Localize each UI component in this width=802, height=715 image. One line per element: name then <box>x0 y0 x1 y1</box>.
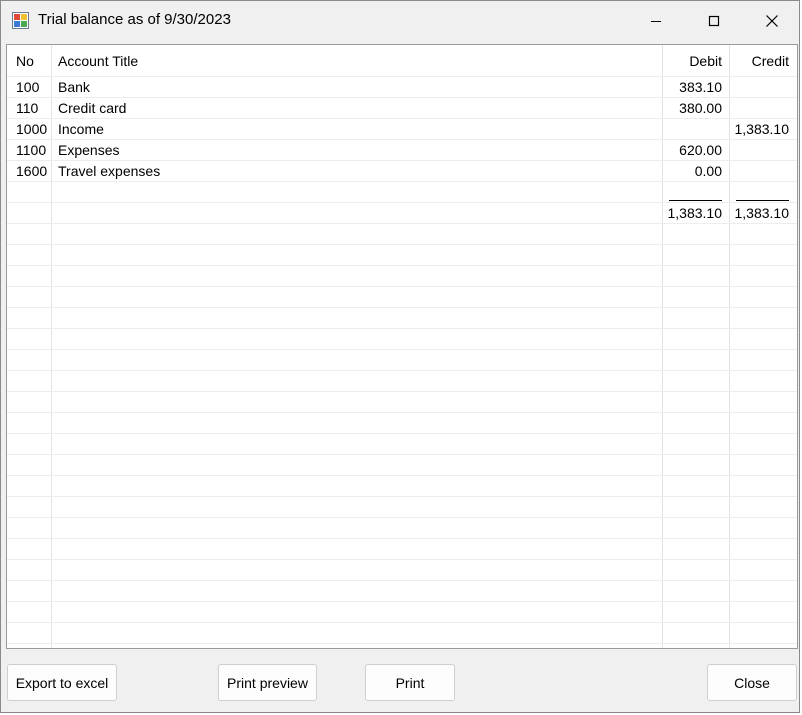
window-title: Trial balance as of 9/30/2023 <box>38 11 231 28</box>
cell-account-title[interactable]: Travel expenses <box>58 161 160 182</box>
cell-debit[interactable]: 620.00 <box>663 140 722 161</box>
cell-account-title[interactable]: Expenses <box>58 140 119 161</box>
cell-debit[interactable]: 383.10 <box>663 77 722 98</box>
cell-account-no[interactable]: 1600 <box>16 161 47 182</box>
export-to-excel-button[interactable]: Export to excel <box>7 664 117 701</box>
cell-account-no[interactable]: 100 <box>16 77 39 98</box>
column-header-no[interactable]: No <box>16 51 34 72</box>
maximize-button[interactable] <box>685 1 743 41</box>
close-button[interactable]: Close <box>707 664 797 701</box>
total-credit: 1,383.10 <box>734 205 790 221</box>
minimize-button[interactable] <box>627 1 685 41</box>
total-underline <box>736 200 789 201</box>
trial-balance-window: Trial balance as of 9/30/2023 No Account… <box>0 0 800 713</box>
column-divider <box>662 45 663 648</box>
total-underline <box>669 200 722 201</box>
cell-account-title[interactable]: Income <box>58 119 104 140</box>
cell-debit[interactable]: 0.00 <box>663 161 722 182</box>
cell-debit[interactable]: 380.00 <box>663 98 722 119</box>
spreadsheet-app-icon <box>12 12 29 29</box>
cell-account-no[interactable]: 110 <box>16 98 38 119</box>
total-debit: 1,383.10 <box>667 205 723 221</box>
close-icon <box>766 15 778 27</box>
column-header-debit[interactable]: Debit <box>663 51 722 72</box>
column-divider <box>51 45 52 648</box>
close-window-button[interactable] <box>743 1 801 41</box>
minimize-icon <box>651 21 661 22</box>
trial-balance-grid[interactable]: No Account Title Debit Credit 100 Bank 3… <box>6 44 798 649</box>
print-preview-button[interactable]: Print preview <box>218 664 317 701</box>
column-header-account-title[interactable]: Account Title <box>58 51 138 72</box>
cell-account-no[interactable]: 1100 <box>16 140 46 161</box>
maximize-icon <box>708 15 720 27</box>
column-header-credit[interactable]: Credit <box>730 51 789 72</box>
cell-account-no[interactable]: 1000 <box>16 119 47 140</box>
cell-account-title[interactable]: Bank <box>58 77 90 98</box>
print-button[interactable]: Print <box>365 664 455 701</box>
title-bar[interactable]: Trial balance as of 9/30/2023 <box>1 1 799 41</box>
cell-account-title[interactable]: Credit card <box>58 98 126 119</box>
cell-credit[interactable]: 1,383.10 <box>730 119 790 140</box>
